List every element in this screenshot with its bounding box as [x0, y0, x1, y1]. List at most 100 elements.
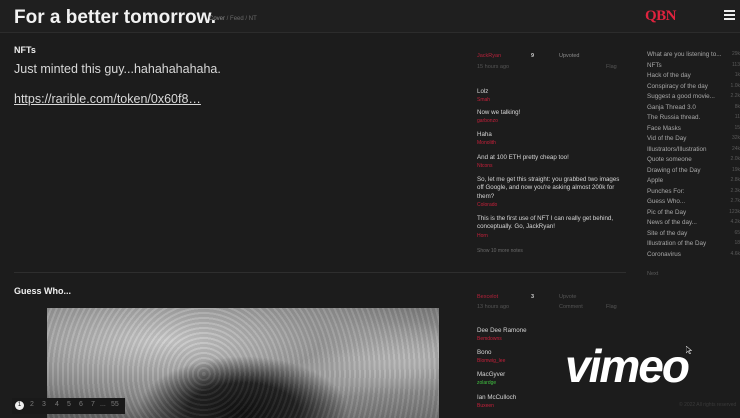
sidebar-thread-count: 29k: [731, 51, 740, 57]
sidebar-thread-label: NFTs: [647, 61, 662, 69]
post-author[interactable]: JackRyan: [477, 53, 501, 59]
note-item: So, let me get this straight: you grabbe…: [477, 176, 622, 208]
sidebar-thread-item[interactable]: Punches For: 2.3k: [647, 188, 740, 198]
sidebar-thread-count: 4.6k: [730, 250, 740, 257]
upvote-button[interactable]: Upvote: [559, 294, 576, 300]
sidebar-thread-item[interactable]: News of the day... 4.2k: [647, 219, 740, 229]
sidebar-thread-label: The Russia thread.: [647, 114, 701, 121]
breadcrumb-current[interactable]: NT: [249, 16, 257, 22]
sidebar-thread-count: 19k: [731, 166, 740, 173]
note-text: Dee Dee Ramone: [477, 327, 527, 334]
breadcrumb-cover[interactable]: Cover: [209, 16, 225, 22]
mouse-cursor-icon: [686, 346, 692, 354]
sidebar-thread-label: Illustration of the Day: [647, 240, 707, 247]
sidebar-thread-item[interactable]: Pic of the Day 123k: [647, 209, 740, 219]
sidebar-thread-item[interactable]: Suggest a good movie... 2.2k: [647, 93, 740, 103]
post-title[interactable]: Guess Who...: [14, 286, 71, 296]
sidebar-thread-label: What are you listening to...: [647, 51, 722, 58]
sidebar-thread-item[interactable]: Guess Who... 2.7k: [647, 198, 740, 208]
sidebar-next-link[interactable]: Next: [647, 271, 658, 277]
sidebar-thread-count: 2.7k: [730, 198, 740, 204]
note-user[interactable]: Ntcons: [477, 163, 622, 169]
sidebar-thread-count: 2.0k: [730, 156, 740, 162]
sidebar-thread-item[interactable]: What are you listening to... 29k: [647, 51, 740, 61]
note-item: Ian McCulloch Buxeen: [477, 394, 622, 409]
sidebar-thread-count: 1.0k: [730, 82, 740, 89]
hamburger-menu-icon[interactable]: [724, 10, 735, 22]
note-text: Ian McCulloch: [477, 394, 517, 401]
post-body: Just minted this guy...hahahahahaha.: [14, 62, 221, 76]
upvote-button[interactable]: Upvoted: [559, 53, 580, 59]
sidebar-thread-label: Site of the day: [647, 229, 688, 237]
sidebar-thread-item[interactable]: Vid of the Day 32k: [647, 135, 740, 145]
note-user[interactable]: Buxeen: [477, 403, 622, 409]
note-user[interactable]: Horn: [477, 233, 622, 239]
sidebar-thread-label: Illustrators/Illustration: [647, 145, 707, 153]
post-divider: [14, 272, 626, 273]
note-item: This is the first use of NFT I can reall…: [477, 215, 622, 239]
note-item: Haha Monolith: [477, 131, 622, 146]
page-1[interactable]: 1: [15, 401, 24, 410]
sidebar-thread-item[interactable]: Hack of the day 1k: [647, 72, 740, 82]
sidebar-thread-count: 2.2k: [730, 93, 740, 99]
sidebar-thread-item[interactable]: NFTs 113: [647, 62, 740, 72]
note-user[interactable]: garbonzo: [477, 118, 622, 124]
sidebar-thread-item[interactable]: Illustration of the Day 18: [647, 240, 740, 250]
page-5[interactable]: 5: [67, 401, 71, 408]
note-item: Lolz Smah: [477, 88, 622, 103]
pagination: 1 2 3 4 5 6 7 ... 55: [12, 398, 125, 414]
sidebar-thread-count: 15: [734, 124, 740, 131]
sidebar-thread-item[interactable]: Drawing of the Day 19k: [647, 167, 740, 177]
sidebar-thread-label: Ganja Thread 3.0: [647, 103, 696, 111]
post-link[interactable]: https://rarible.com/token/0x60f8…: [14, 92, 201, 106]
sidebar-thread-count: 4.2k: [730, 219, 740, 225]
page-3[interactable]: 3: [42, 401, 46, 408]
sidebar-thread-item[interactable]: Site of the day 65: [647, 230, 740, 240]
sidebar-thread-label: Pic of the Day: [647, 208, 687, 216]
page-2[interactable]: 2: [30, 401, 34, 408]
page-ellipsis: ...: [100, 401, 106, 408]
site-header: For a better tomorrow. Cover / Feed / NT…: [0, 0, 740, 33]
note-item: And at 100 ETH pretty cheap too! Ntcons: [477, 154, 622, 169]
sidebar-thread-item[interactable]: Ganja Thread 3.0 8k: [647, 104, 740, 114]
sidebar-thread-item[interactable]: Quote someone 2.0k: [647, 156, 740, 166]
site-title[interactable]: For a better tomorrow.: [14, 7, 216, 29]
post-author[interactable]: Bexcelot: [477, 294, 498, 300]
show-more-notes-link[interactable]: Show 10 more notes: [477, 248, 523, 254]
sidebar-thread-count: 18: [734, 240, 740, 246]
sidebar-thread-count: 8k: [734, 103, 740, 110]
sidebar-thread-count: 1k: [734, 72, 740, 78]
qbn-logo[interactable]: QBN: [645, 8, 677, 25]
post-title[interactable]: NFTs: [14, 45, 36, 55]
sidebar-thread-item[interactable]: Coronavirus 4.6k: [647, 251, 740, 261]
note-item: Now we talking! garbonzo: [477, 109, 622, 124]
page-4[interactable]: 4: [55, 401, 59, 408]
sidebar-thread-label: Face Masks: [647, 124, 681, 132]
note-user[interactable]: Smah: [477, 97, 622, 103]
flag-button[interactable]: Flag: [606, 304, 617, 310]
page-6[interactable]: 6: [79, 401, 83, 408]
page-last[interactable]: 55: [111, 401, 119, 408]
sidebar-thread-item[interactable]: Conspiracy of the day 1.0k: [647, 83, 740, 93]
note-text: Lolz: [477, 88, 489, 95]
sidebar-thread-item[interactable]: Face Masks 15: [647, 125, 740, 135]
sidebar-thread-label: Hack of the day: [647, 72, 691, 79]
vimeo-wordmark: vimeo: [565, 340, 689, 392]
sidebar-thread-count: 2.3k: [730, 187, 740, 194]
sidebar-thread-item[interactable]: Apple 2.8k: [647, 177, 740, 187]
note-text: Haha: [477, 131, 492, 138]
sidebar-thread-label: Apple: [647, 177, 664, 184]
comment-button[interactable]: Comment: [559, 304, 583, 310]
sidebar-thread-count: 11: [734, 114, 740, 120]
breadcrumb-feed[interactable]: Feed: [230, 16, 244, 22]
flag-button[interactable]: Flag: [606, 64, 617, 70]
footer-text: © 2022 All rights reserved: [679, 402, 737, 408]
page-7[interactable]: 7: [91, 401, 95, 408]
post-time: 15 hours ago: [477, 64, 510, 70]
sidebar-thread-count: 113: [732, 61, 740, 68]
note-user[interactable]: Colorado: [477, 202, 622, 208]
sidebar-thread-item[interactable]: Illustrators/Illustration 24k: [647, 146, 740, 156]
note-user[interactable]: Monolith: [477, 140, 622, 146]
sidebar-thread-count: 123k: [729, 208, 740, 215]
sidebar-thread-item[interactable]: The Russia thread. 11: [647, 114, 740, 124]
